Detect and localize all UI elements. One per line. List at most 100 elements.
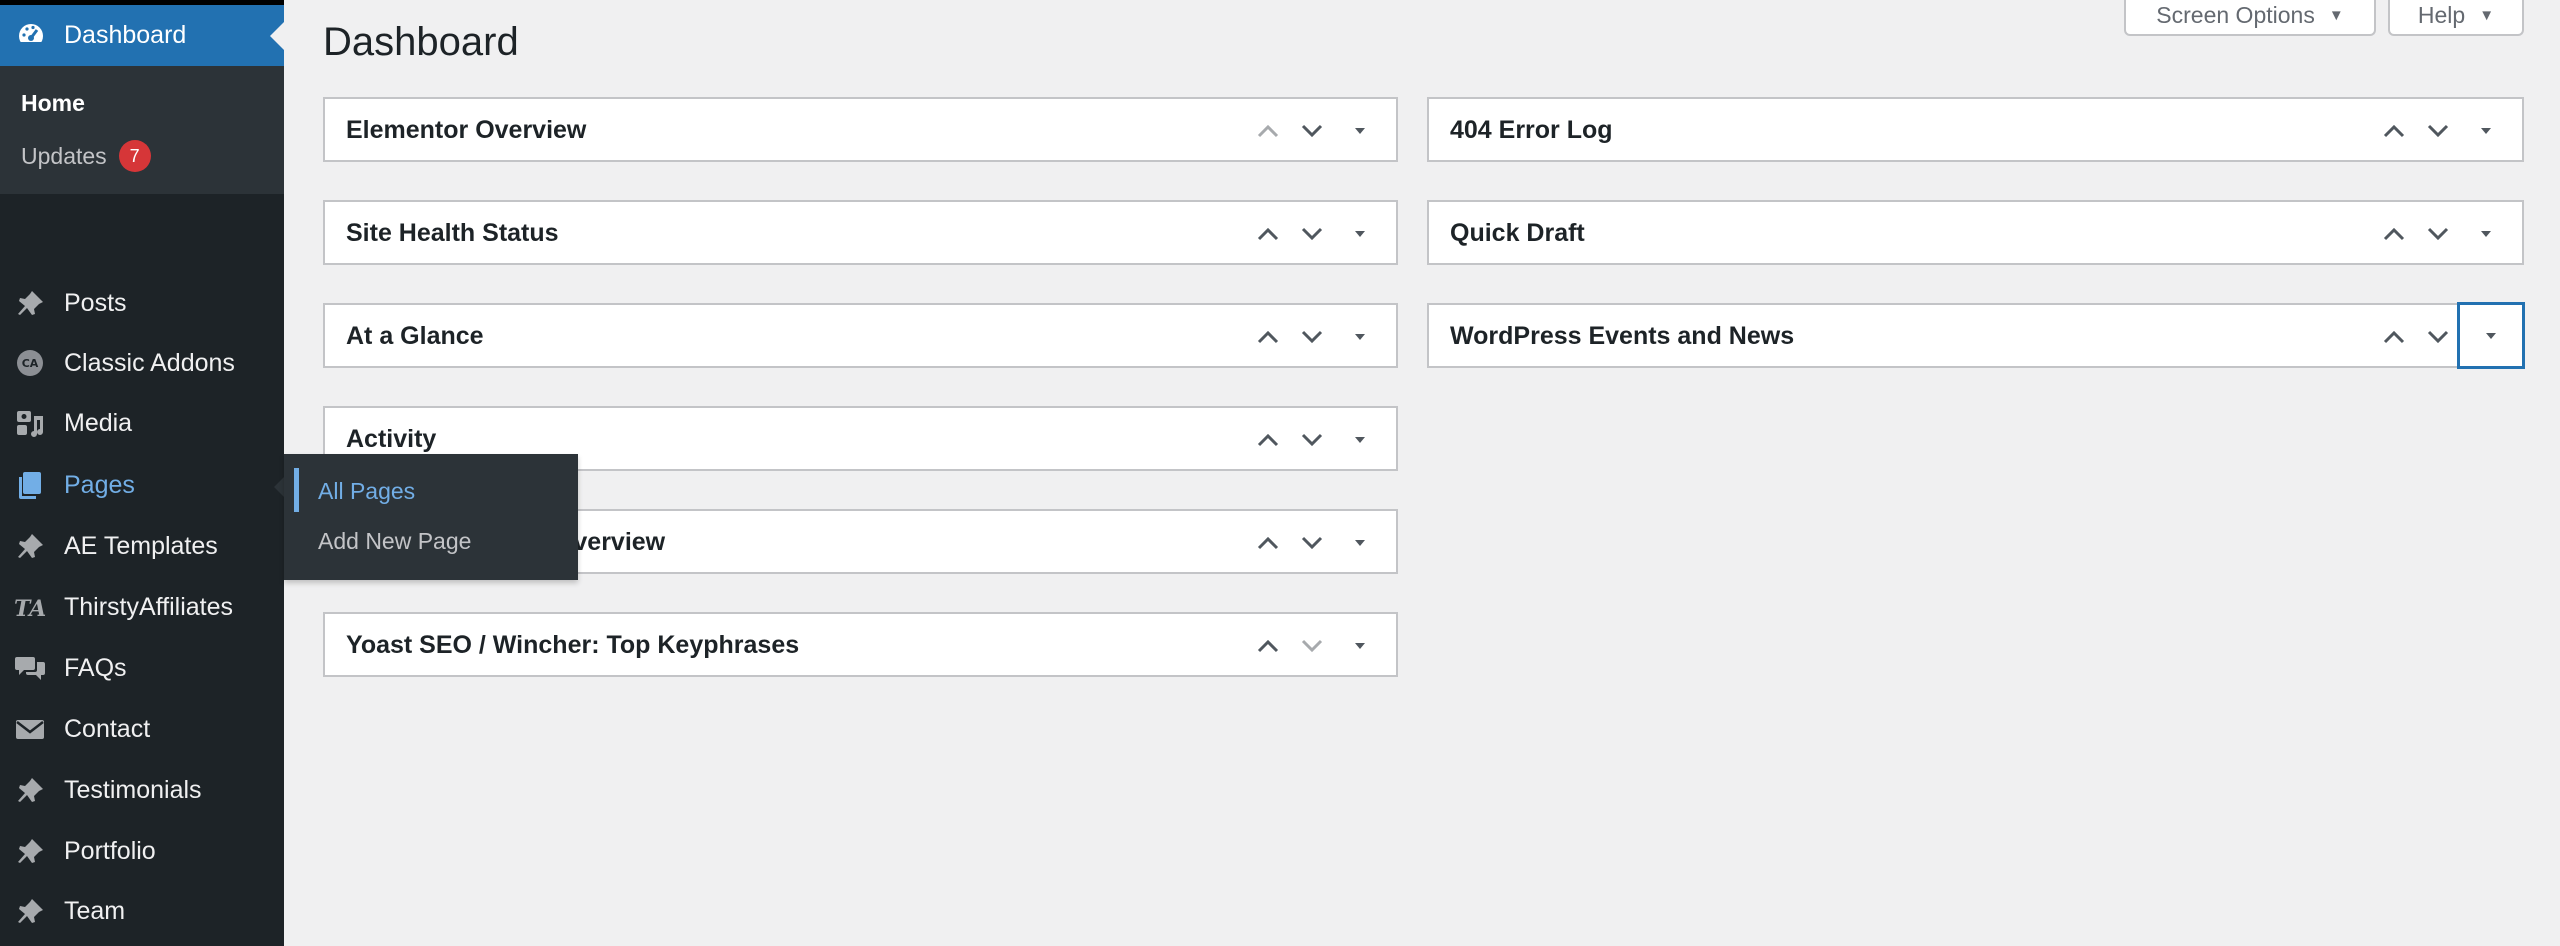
move-up-button[interactable] [2376,319,2412,355]
widget-title: Activity [346,425,437,453]
svg-text:CA: CA [22,357,39,370]
caret-down-icon [2481,128,2491,134]
move-down-button[interactable] [1294,525,1330,561]
sidebar-item-faqs[interactable]: FAQs [0,639,284,697]
toggle-panel-button[interactable] [1342,525,1378,561]
admin-sidebar: Dashboard Home Updates 7 Posts CA Classi… [0,0,286,946]
sidebar-item-label: Portfolio [64,837,156,865]
classic-addons-icon: CA [17,350,43,376]
screen-options-label: Screen Options [2156,1,2315,28]
sidebar-item-posts[interactable]: Posts [0,274,284,332]
help-button[interactable]: Help ▼ [2388,0,2524,36]
toggle-panel-button[interactable] [1342,422,1378,458]
chevron-up-icon [1257,124,1279,138]
move-up-button[interactable] [2376,113,2412,149]
help-label: Help [2417,1,2466,28]
chevron-down-icon [1301,227,1323,241]
toggle-panel-button[interactable] [1342,113,1378,149]
sidebar-item-pages[interactable]: Pages [0,456,284,514]
page-title: Dashboard [323,20,519,64]
move-down-button[interactable] [1294,319,1330,355]
move-down-button[interactable] [2420,319,2456,355]
widget-quick-draft: Quick Draft [1427,200,2524,265]
pushpin-icon [18,534,43,558]
move-up-button[interactable] [1250,525,1286,561]
comments-icon [15,657,45,680]
chevron-down-icon [2427,124,2449,138]
move-down-button[interactable] [2420,113,2456,149]
sidebar-item-label: FAQs [64,654,127,682]
widget-title: Elementor Overview [346,116,587,144]
sidebar-item-testimonials[interactable]: Testimonials [0,761,284,819]
widget-site-health-status: Site Health Status [323,200,1398,265]
toggle-panel-button[interactable] [2468,113,2504,149]
pages-flyout-menu: All Pages Add New Page [284,454,578,580]
submenu-item-home[interactable]: Home [21,90,85,117]
sidebar-item-thirstyaffiliates[interactable]: TA ThirstyAffiliates [0,578,284,636]
move-up-button[interactable] [2376,216,2412,252]
sidebar-item-label: Contact [64,715,151,743]
flyout-current-indicator [294,468,299,512]
sidebar-item-classic-addons[interactable]: CA Classic Addons [0,334,284,392]
widget-title: Site Health Status [346,219,559,247]
chevron-down-icon [2427,330,2449,344]
chevron-down-icon [1301,639,1323,653]
widget-yoast-wincher-top-keyphrases: Yoast SEO / Wincher: Top Keyphrases [323,612,1398,677]
caret-down-icon: ▼ [2479,6,2495,24]
caret-down-icon [1355,334,1365,340]
widget-title: WordPress Events and News [1450,322,1795,350]
move-up-button[interactable] [1250,628,1286,664]
sidebar-item-label: Pages [64,471,135,499]
sidebar-item-label: Dashboard [64,21,187,49]
pushpin-icon [18,839,43,863]
sidebar-item-dashboard[interactable]: Dashboard [0,5,284,66]
sidebar-item-label: AE Templates [64,532,218,560]
dashboard-gauge-icon [19,24,43,48]
move-down-button[interactable] [1294,216,1330,252]
widget-wordpress-events-and-news: WordPress Events and News [1427,303,2524,368]
chevron-down-icon [1301,536,1323,550]
move-down-button[interactable] [1294,628,1330,664]
widget-title: Quick Draft [1450,219,1585,247]
move-up-button[interactable] [1250,422,1286,458]
toggle-panel-button[interactable] [2468,216,2504,252]
sidebar-item-ae-templates[interactable]: AE Templates [0,517,284,575]
caret-down-icon: ▼ [2328,6,2344,24]
sidebar-item-label: Media [64,409,133,437]
submenu-item-updates[interactable]: Updates 7 [21,140,151,172]
pushpin-icon [18,778,43,802]
chevron-down-icon [2427,227,2449,241]
sidebar-item-label: Posts [64,289,127,317]
sidebar-item-portfolio[interactable]: Portfolio [0,822,284,880]
move-down-button[interactable] [1294,422,1330,458]
sidebar-item-media[interactable]: Media [0,394,284,452]
screen-options-button[interactable]: Screen Options ▼ [2124,0,2376,36]
move-up-button[interactable] [1250,319,1286,355]
chevron-up-icon [1257,536,1279,550]
move-down-button[interactable] [1294,113,1330,149]
chevron-up-icon [2383,124,2405,138]
sidebar-item-label: Testimonials [64,776,202,804]
update-count-badge: 7 [118,140,151,172]
pushpin-icon [18,899,43,923]
toggle-panel-button[interactable] [1342,319,1378,355]
toggle-panel-button[interactable] [1342,628,1378,664]
widget-404-error-log: 404 Error Log [1427,97,2524,162]
widget-title: At a Glance [346,322,484,350]
chevron-up-icon [1257,639,1279,653]
toggle-panel-button[interactable] [1342,216,1378,252]
thirstyaffiliates-icon: TA [14,596,46,622]
caret-down-icon [2481,231,2491,237]
sidebar-item-team[interactable]: Team [0,882,284,940]
caret-down-icon [1355,643,1365,649]
current-menu-notch [270,22,284,50]
toggle-panel-button[interactable] [2458,303,2524,368]
move-up-button[interactable] [1250,216,1286,252]
flyout-item-all-pages[interactable]: All Pages [318,478,415,505]
move-down-button[interactable] [2420,216,2456,252]
move-up-button[interactable] [1250,113,1286,149]
widget-title: Yoast SEO / Wincher: Top Keyphrases [346,631,800,659]
sidebar-item-contact[interactable]: Contact [0,700,284,758]
caret-down-icon [2486,333,2496,339]
flyout-item-add-new-page[interactable]: Add New Page [318,528,471,555]
